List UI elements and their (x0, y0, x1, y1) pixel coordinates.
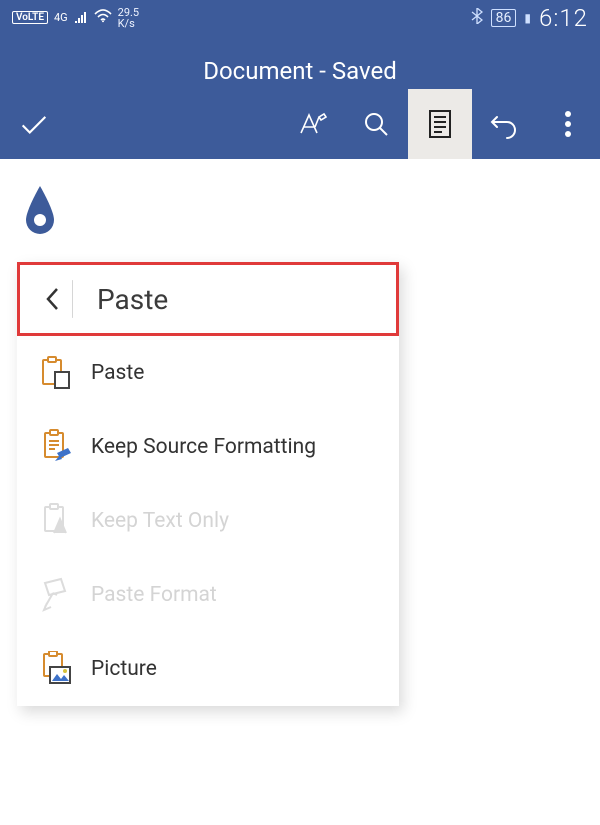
battery-icon: ▮ (524, 11, 531, 25)
keep-source-formatting-icon (39, 429, 73, 465)
volte-indicator: VoLTE (12, 11, 48, 24)
menu-item-label: Paste (91, 361, 144, 385)
network-indicator: 4G (54, 11, 68, 24)
document-area: Paste Paste (0, 159, 600, 706)
clock: 6:12 (539, 4, 588, 32)
search-button[interactable] (344, 89, 408, 159)
picture-icon (39, 651, 73, 687)
menu-item-paste[interactable]: Paste (17, 336, 399, 410)
signal-icon (74, 9, 88, 27)
paste-format-icon (39, 577, 73, 613)
wifi-icon (94, 9, 112, 27)
teardrop-cursor-icon[interactable] (22, 184, 578, 242)
done-button[interactable] (4, 89, 64, 159)
back-icon[interactable] (34, 285, 72, 313)
undo-button[interactable] (472, 89, 536, 159)
menu-item-label: Picture (91, 657, 157, 681)
bluetooth-icon (471, 8, 483, 28)
menu-item-label: Paste Format (91, 583, 217, 607)
toolbar (0, 89, 600, 159)
menu-item-label: Keep Text Only (91, 509, 229, 533)
app-bar: Document - Saved (0, 35, 600, 159)
menu-item-keep-text-only: Keep Text Only (17, 484, 399, 558)
menu-item-paste-format: Paste Format (17, 558, 399, 632)
keep-text-only-icon (39, 503, 73, 539)
menu-item-keep-source-formatting[interactable]: Keep Source Formatting (17, 410, 399, 484)
document-title: Document - Saved (0, 35, 600, 85)
menu-item-picture[interactable]: Picture (17, 632, 399, 706)
paste-icon (39, 356, 73, 390)
net-speed: 29.5 K/s (118, 7, 139, 29)
battery-indicator: 86 (491, 9, 517, 27)
status-bar: VoLTE 4G 29.5 K/s 86 ▮ 6:12 (0, 0, 600, 35)
paste-panel: Paste Paste (17, 262, 399, 706)
font-format-button[interactable] (280, 89, 344, 159)
reading-view-button[interactable] (408, 89, 472, 159)
panel-header[interactable]: Paste (17, 262, 399, 336)
more-button[interactable] (536, 89, 600, 159)
separator (72, 280, 73, 318)
menu-item-label: Keep Source Formatting (91, 435, 316, 459)
panel-title: Paste (97, 283, 168, 316)
